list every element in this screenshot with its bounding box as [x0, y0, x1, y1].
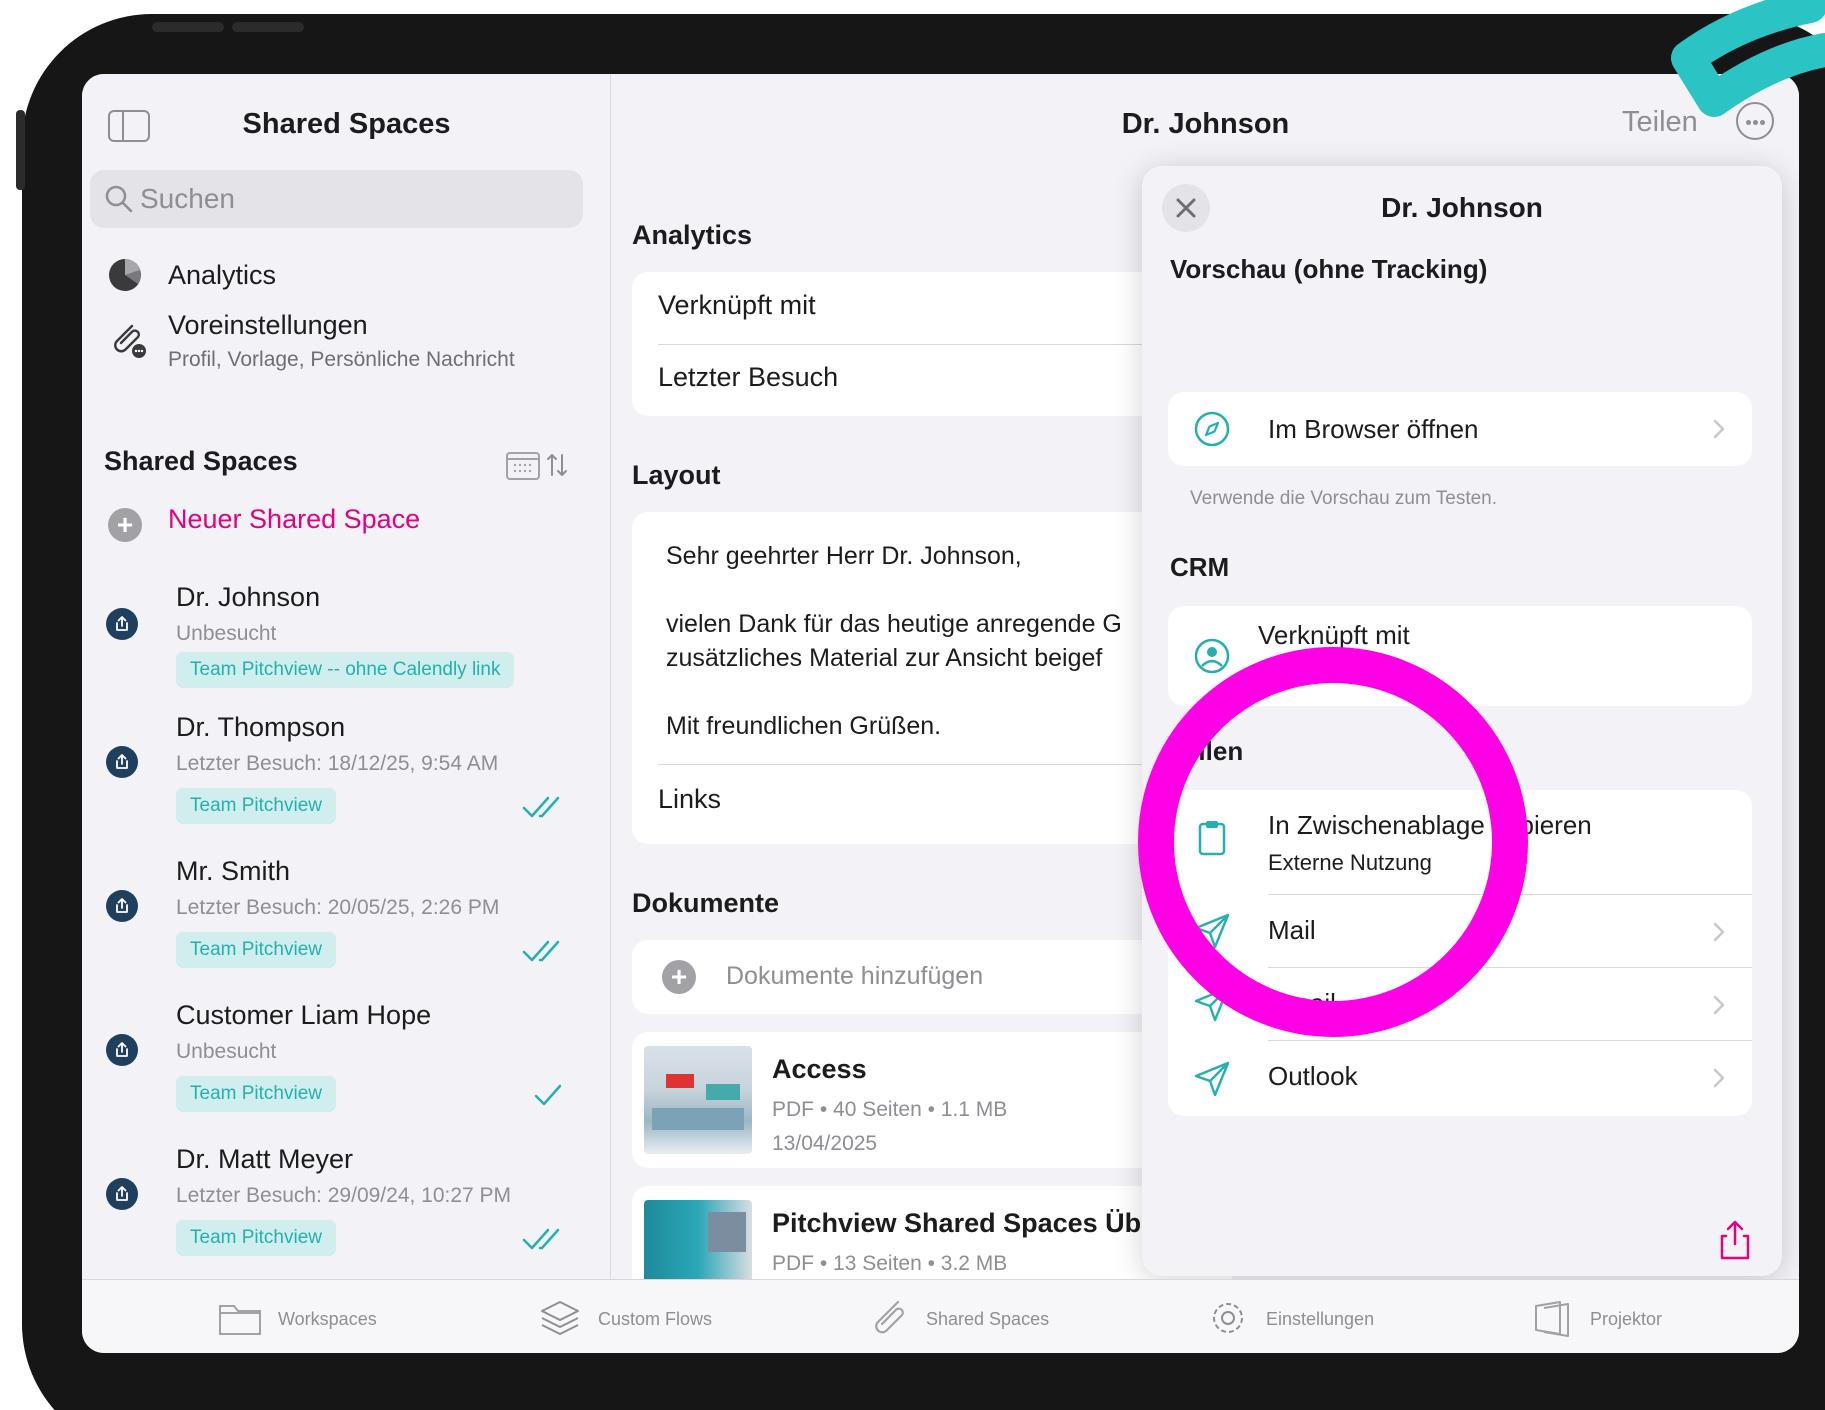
space-status: Letzter Besuch: 18/12/25, 9:54 AM: [176, 752, 499, 775]
chevron-right-icon: [1713, 1068, 1725, 1088]
projector-icon: [1535, 1301, 1569, 1337]
popover-title: Dr. Johnson: [1381, 192, 1543, 223]
preview-note: Verwende die Vorschau zum Testen.: [1190, 488, 1498, 509]
letter-closing: Mit freundlichen Grüßen.: [666, 712, 942, 740]
pie-chart-icon: [109, 259, 141, 291]
links-row[interactable]: Links: [658, 784, 721, 815]
calendar-icon[interactable]: [506, 450, 540, 480]
team-tag: Team Pitchview: [176, 1220, 336, 1256]
side-button: [16, 110, 25, 190]
document-title: Pitchview Shared Spaces Üb: [772, 1208, 1142, 1238]
tab-label: Workspaces: [278, 1309, 377, 1329]
layers-icon: [541, 1301, 579, 1335]
chevron-right-icon: [1713, 922, 1725, 942]
highlight-ring: [1138, 647, 1528, 1037]
space-status: Letzter Besuch: 29/09/24, 10:27 PM: [176, 1184, 512, 1207]
sidebar-title: Shared Spaces: [242, 108, 451, 140]
tab-label: Custom Flows: [598, 1309, 713, 1329]
space-status: Unbesucht: [176, 1040, 277, 1063]
paperclip-settings-icon: [114, 324, 146, 358]
letter-line: zusätzliches Material zur Ansicht beigef: [666, 644, 1103, 672]
double-check-icon: [522, 1228, 560, 1250]
letter-greeting: Sehr geehrter Herr Dr. Johnson,: [666, 542, 1022, 570]
analytics-heading: Analytics: [632, 220, 753, 250]
compass-icon: [1194, 411, 1230, 447]
list-item[interactable]: Dr. Matt Meyer Letzter Besuch: 29/09/24,…: [82, 1062, 611, 1256]
crm-heading: CRM: [1170, 552, 1230, 582]
tab-label: Shared Spaces: [926, 1309, 1050, 1329]
document-thumbnail: [644, 1200, 752, 1279]
letter-line: vielen Dank für das heutige anregende G: [666, 610, 1122, 638]
share-icon: [106, 1178, 138, 1210]
space-name: Dr. Johnson: [176, 582, 321, 612]
document-date: 13/04/2025: [772, 1132, 878, 1155]
volume-button: [232, 22, 304, 32]
document-title: Access: [772, 1054, 867, 1084]
user-circle-icon: [1194, 638, 1230, 674]
sort-icon[interactable]: [546, 452, 568, 478]
layout-heading: Layout: [632, 460, 721, 490]
preview-heading: Vorschau (ohne Tracking): [1170, 254, 1488, 284]
documents-heading: Dokumente: [632, 888, 780, 918]
search-input[interactable]: [140, 170, 560, 228]
paper-plane-icon: [1194, 1061, 1230, 1097]
sidebar-item-label: Voreinstellungen: [168, 310, 368, 340]
section-title: Shared Spaces: [104, 446, 298, 476]
tab-label: Einstellungen: [1266, 1309, 1375, 1329]
paperclip-icon: [875, 1300, 904, 1334]
document-meta: PDF • 40 Seiten • 1.1 MB: [772, 1098, 1008, 1121]
list-item[interactable]: Dr. Johnson Unbesucht Team Pitchview -- …: [82, 502, 611, 688]
page-title: Dr. Johnson: [1121, 108, 1290, 140]
analytics-row-linked[interactable]: Verknüpft mit: [658, 290, 816, 321]
tab-label: Projektor: [1590, 1309, 1663, 1329]
space-name: Mr. Smith: [176, 856, 291, 886]
open-in-browser-button[interactable]: Im Browser öffnen: [1168, 392, 1752, 466]
share-item-label: Outlook: [1268, 1061, 1358, 1091]
search-bar[interactable]: [90, 170, 583, 228]
gear-icon: [1213, 1303, 1243, 1333]
document-meta: PDF • 13 Seiten • 3.2 MB: [772, 1252, 1008, 1275]
tab-bar: Workspaces Custom Flows Shared Spaces Ei…: [82, 1279, 1799, 1353]
space-status: Letzter Besuch: 20/05/25, 2:26 PM: [176, 896, 500, 919]
volume-button: [152, 22, 224, 32]
outlook-button[interactable]: Outlook: [1168, 1041, 1752, 1116]
folder-icon: [219, 1305, 261, 1335]
list-item[interactable]: Dr. Thompson Letzter Besuch: 18/12/25, 9…: [82, 630, 611, 824]
space-name: Customer Liam Hope: [176, 1000, 432, 1030]
sidebar: Shared Spaces Analytics Voreinstellunge: [82, 74, 611, 1279]
space-name: Dr. Thompson: [176, 712, 346, 742]
teal-arrow-mark: [1671, 0, 1825, 117]
chevron-right-icon: [1713, 419, 1725, 439]
sidebar-item-subtitle: Profil, Vorlage, Persönliche Nachricht: [168, 348, 515, 371]
app-screen: Shared Spaces Analytics Voreinstellunge: [82, 74, 1799, 1353]
search-icon: [105, 185, 133, 213]
plus-icon: +: [662, 960, 696, 994]
space-name: Dr. Matt Meyer: [176, 1144, 354, 1174]
analytics-row-last-visit[interactable]: Letzter Besuch: [658, 362, 838, 393]
document-thumbnail: [644, 1046, 752, 1154]
list-item[interactable]: Customer Liam Hope Unbesucht Team Pitchv…: [82, 918, 611, 1112]
list-item[interactable]: Mr. Smith Letzter Besuch: 20/05/25, 2:26…: [82, 774, 611, 968]
share-icon[interactable]: [1718, 1220, 1752, 1260]
open-in-browser-label: Im Browser öffnen: [1268, 414, 1479, 444]
sidebar-item-label: Analytics: [168, 260, 277, 290]
chevron-right-icon: [1713, 995, 1725, 1015]
add-documents-label: Dokumente hinzufügen: [726, 962, 984, 990]
